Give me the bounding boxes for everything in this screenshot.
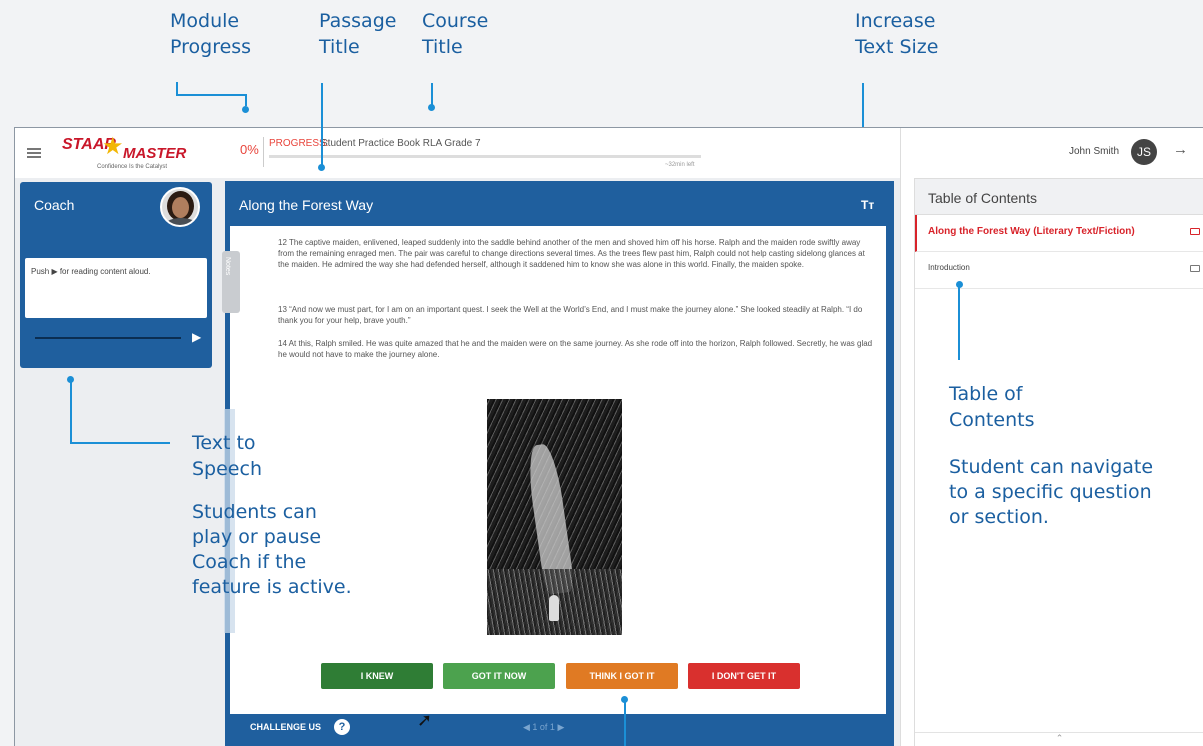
connector-line (70, 380, 72, 443)
toc-item-label: Along the Forest Way (Literary Text/Fict… (928, 226, 1135, 237)
device-icon (1190, 228, 1200, 235)
annotation-passage-title: Passage Title (319, 10, 397, 58)
annotation-module-progress: Module Progress (170, 10, 252, 58)
coach-panel: Coach Push ▶ for reading content aloud. … (20, 182, 212, 368)
coach-avatar (160, 187, 200, 227)
passage-panel: Along the Forest Way Tᴛ Notes 12 The cap… (222, 181, 894, 746)
help-icon[interactable]: ? (334, 719, 350, 735)
connector-line (321, 83, 323, 165)
logo-tagline: Confidence Is the Catalyst (97, 164, 168, 170)
play-icon[interactable]: ▶ (192, 330, 201, 344)
connector-line (245, 94, 247, 106)
chevron-up-icon[interactable]: ⌃ (915, 732, 1203, 746)
connector-line (176, 94, 246, 96)
notes-tab[interactable]: Notes (222, 251, 240, 313)
user-name: John Smith (1069, 146, 1120, 157)
challenge-us-label[interactable]: CHALLENGE US (250, 722, 321, 732)
got-it-now-button[interactable]: GOT IT NOW (443, 663, 555, 689)
logo-word-master: MASTER (123, 145, 187, 162)
coach-message: Push ▶ for reading content aloud. (25, 258, 207, 318)
progress-divider (263, 137, 264, 167)
paragraph-12: 12 The captive maiden, enlivened, leaped… (278, 238, 865, 269)
paragraph-14: 14 At this, Ralph smiled. He was quite a… (278, 339, 873, 359)
i-knew-button[interactable]: I KNEW (321, 663, 433, 689)
annotation-course-title: Course Title (422, 10, 489, 58)
staar-master-logo: STAAR ★ MASTER Confidence Is the Catalys… (57, 133, 207, 174)
time-left: ~32min left (665, 162, 695, 168)
annotation-table-of-contents: Table of Contents (949, 383, 1035, 431)
course-title: Student Practice Book RLA Grade 7 (321, 138, 481, 149)
annotation-tts-description: Students can play or pause Coach if the fea… (192, 501, 352, 598)
annotation-toc-description: Student can navigate to a specific questi… (949, 456, 1154, 528)
connector-dot (428, 104, 435, 111)
connector-dot (318, 164, 325, 171)
connector-dot (621, 696, 628, 703)
passage-title: Along the Forest Way (239, 197, 374, 213)
connector-line (431, 83, 433, 105)
toc-item-label: Introduction (928, 263, 970, 272)
logout-arrow-icon[interactable]: → (1173, 141, 1188, 158)
logo-star-icon: ★ (102, 133, 124, 160)
coach-title: Coach (34, 197, 75, 213)
connector-line (958, 284, 960, 360)
paragraph-13: 13 “And now we must part, for I am on an… (278, 305, 863, 325)
i-dont-get-it-button[interactable]: I DON'T GET IT (688, 663, 800, 689)
connector-line (624, 700, 626, 746)
passage-body: Notes 12 The captive maiden, enlivened, … (222, 226, 886, 714)
audio-progress-track[interactable] (35, 337, 181, 339)
module-progress-bar (269, 155, 701, 158)
connector-line (70, 442, 170, 444)
right-sidebar: John Smith JS → Table of Contents Along … (900, 128, 1203, 746)
connector-dot (242, 106, 249, 113)
mouse-cursor-icon: ➚ (417, 710, 433, 730)
toc-item-along-the-forest-way[interactable]: Along the Forest Way (Literary Text/Fict… (915, 215, 1203, 252)
progress-label: PROGRESS: (269, 138, 329, 149)
think-i-got-it-button[interactable]: THINK I GOT IT (566, 663, 678, 689)
toc-title: Table of Contents (915, 179, 1203, 215)
forest-illustration (487, 399, 622, 635)
connector-dot (67, 376, 74, 383)
page-indicator: ◀ 1 of 1 ▶ (523, 722, 565, 732)
progress-percent: 0% (240, 142, 259, 157)
hamburger-menu-icon[interactable] (27, 148, 41, 158)
annotation-increase-text-size: Increase Text Size (855, 10, 939, 58)
annotation-text-to-speech: Text to Speech (192, 432, 262, 480)
top-bar: STAAR ★ MASTER Confidence Is the Catalys… (15, 128, 900, 178)
text-size-icon[interactable]: Tᴛ (861, 198, 874, 212)
user-avatar[interactable]: JS (1131, 139, 1157, 165)
device-icon (1190, 265, 1200, 272)
